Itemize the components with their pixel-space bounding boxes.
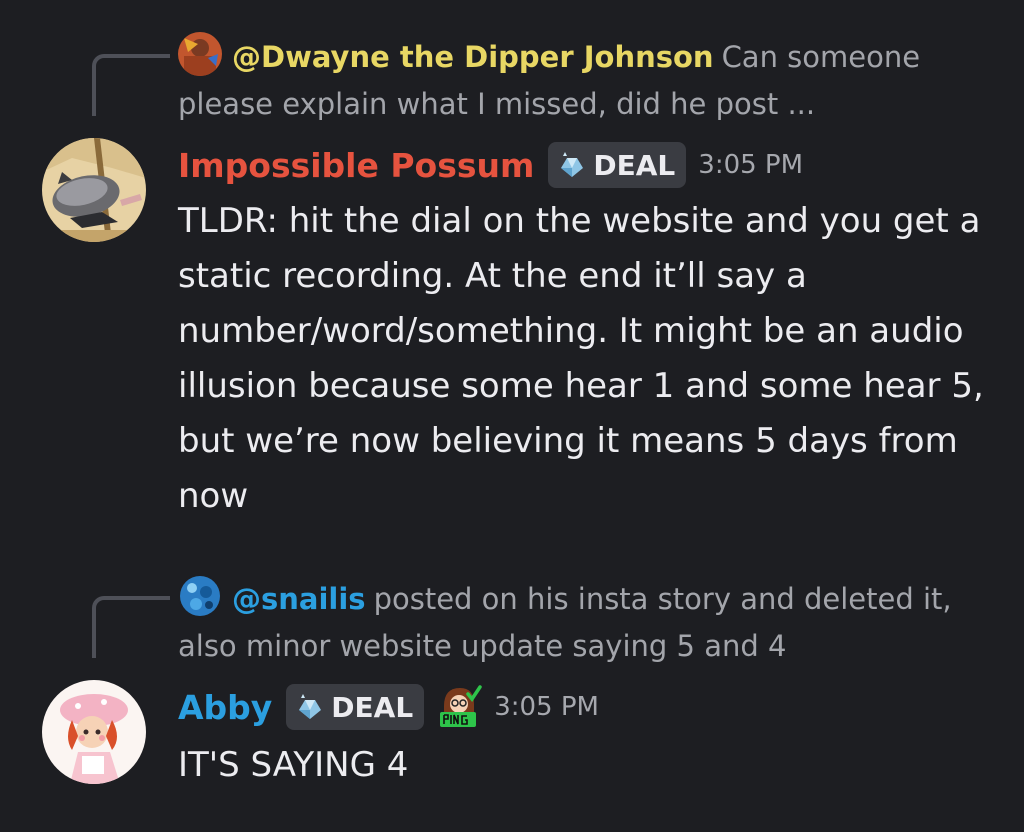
message-text: IT'S SAYING 4 [178,745,409,785]
message-header: Abby DEAL 3:05 PM [178,680,599,734]
role-tag-label: DEAL [331,690,414,724]
snailis-avatar-icon [178,574,222,618]
crystal-icon [561,152,584,177]
reply-connector [92,596,170,658]
message-text: TLDR: hit the dial on the website and yo… [178,201,984,516]
role-tag[interactable]: DEAL [286,684,425,730]
strawberry-shortcake-avatar-icon [42,680,146,784]
reply-connector [92,54,170,116]
reply-author[interactable]: @snailis [232,582,366,616]
author-name[interactable]: Abby [178,688,272,727]
reply-author[interactable]: @Dwayne the Dipper Johnson [232,40,714,74]
reply-avatar[interactable] [178,574,222,618]
crystal-icon [299,694,322,719]
message-header: Impossible Possum DEAL 3:05 PM [178,138,803,192]
role-tag-label: DEAL [593,148,676,182]
ping-emoji-icon[interactable] [438,684,482,730]
chat-view: @Dwayne the Dipper Johnson Can someone pl… [0,0,1024,832]
possum-avatar-icon [42,138,146,242]
timestamp[interactable]: 3:05 PM [494,692,599,722]
dwayne-avatar-icon [178,32,222,76]
reply-avatar[interactable] [178,32,222,76]
role-tag[interactable]: DEAL [548,142,687,188]
reply-context[interactable]: @snailis posted on his insta story and de… [178,574,978,670]
reply-context[interactable]: @Dwayne the Dipper Johnson Can someone pl… [178,32,978,128]
avatar[interactable] [42,138,146,242]
timestamp[interactable]: 3:05 PM [698,150,803,180]
avatar[interactable] [42,680,146,784]
author-name[interactable]: Impossible Possum [178,146,534,185]
